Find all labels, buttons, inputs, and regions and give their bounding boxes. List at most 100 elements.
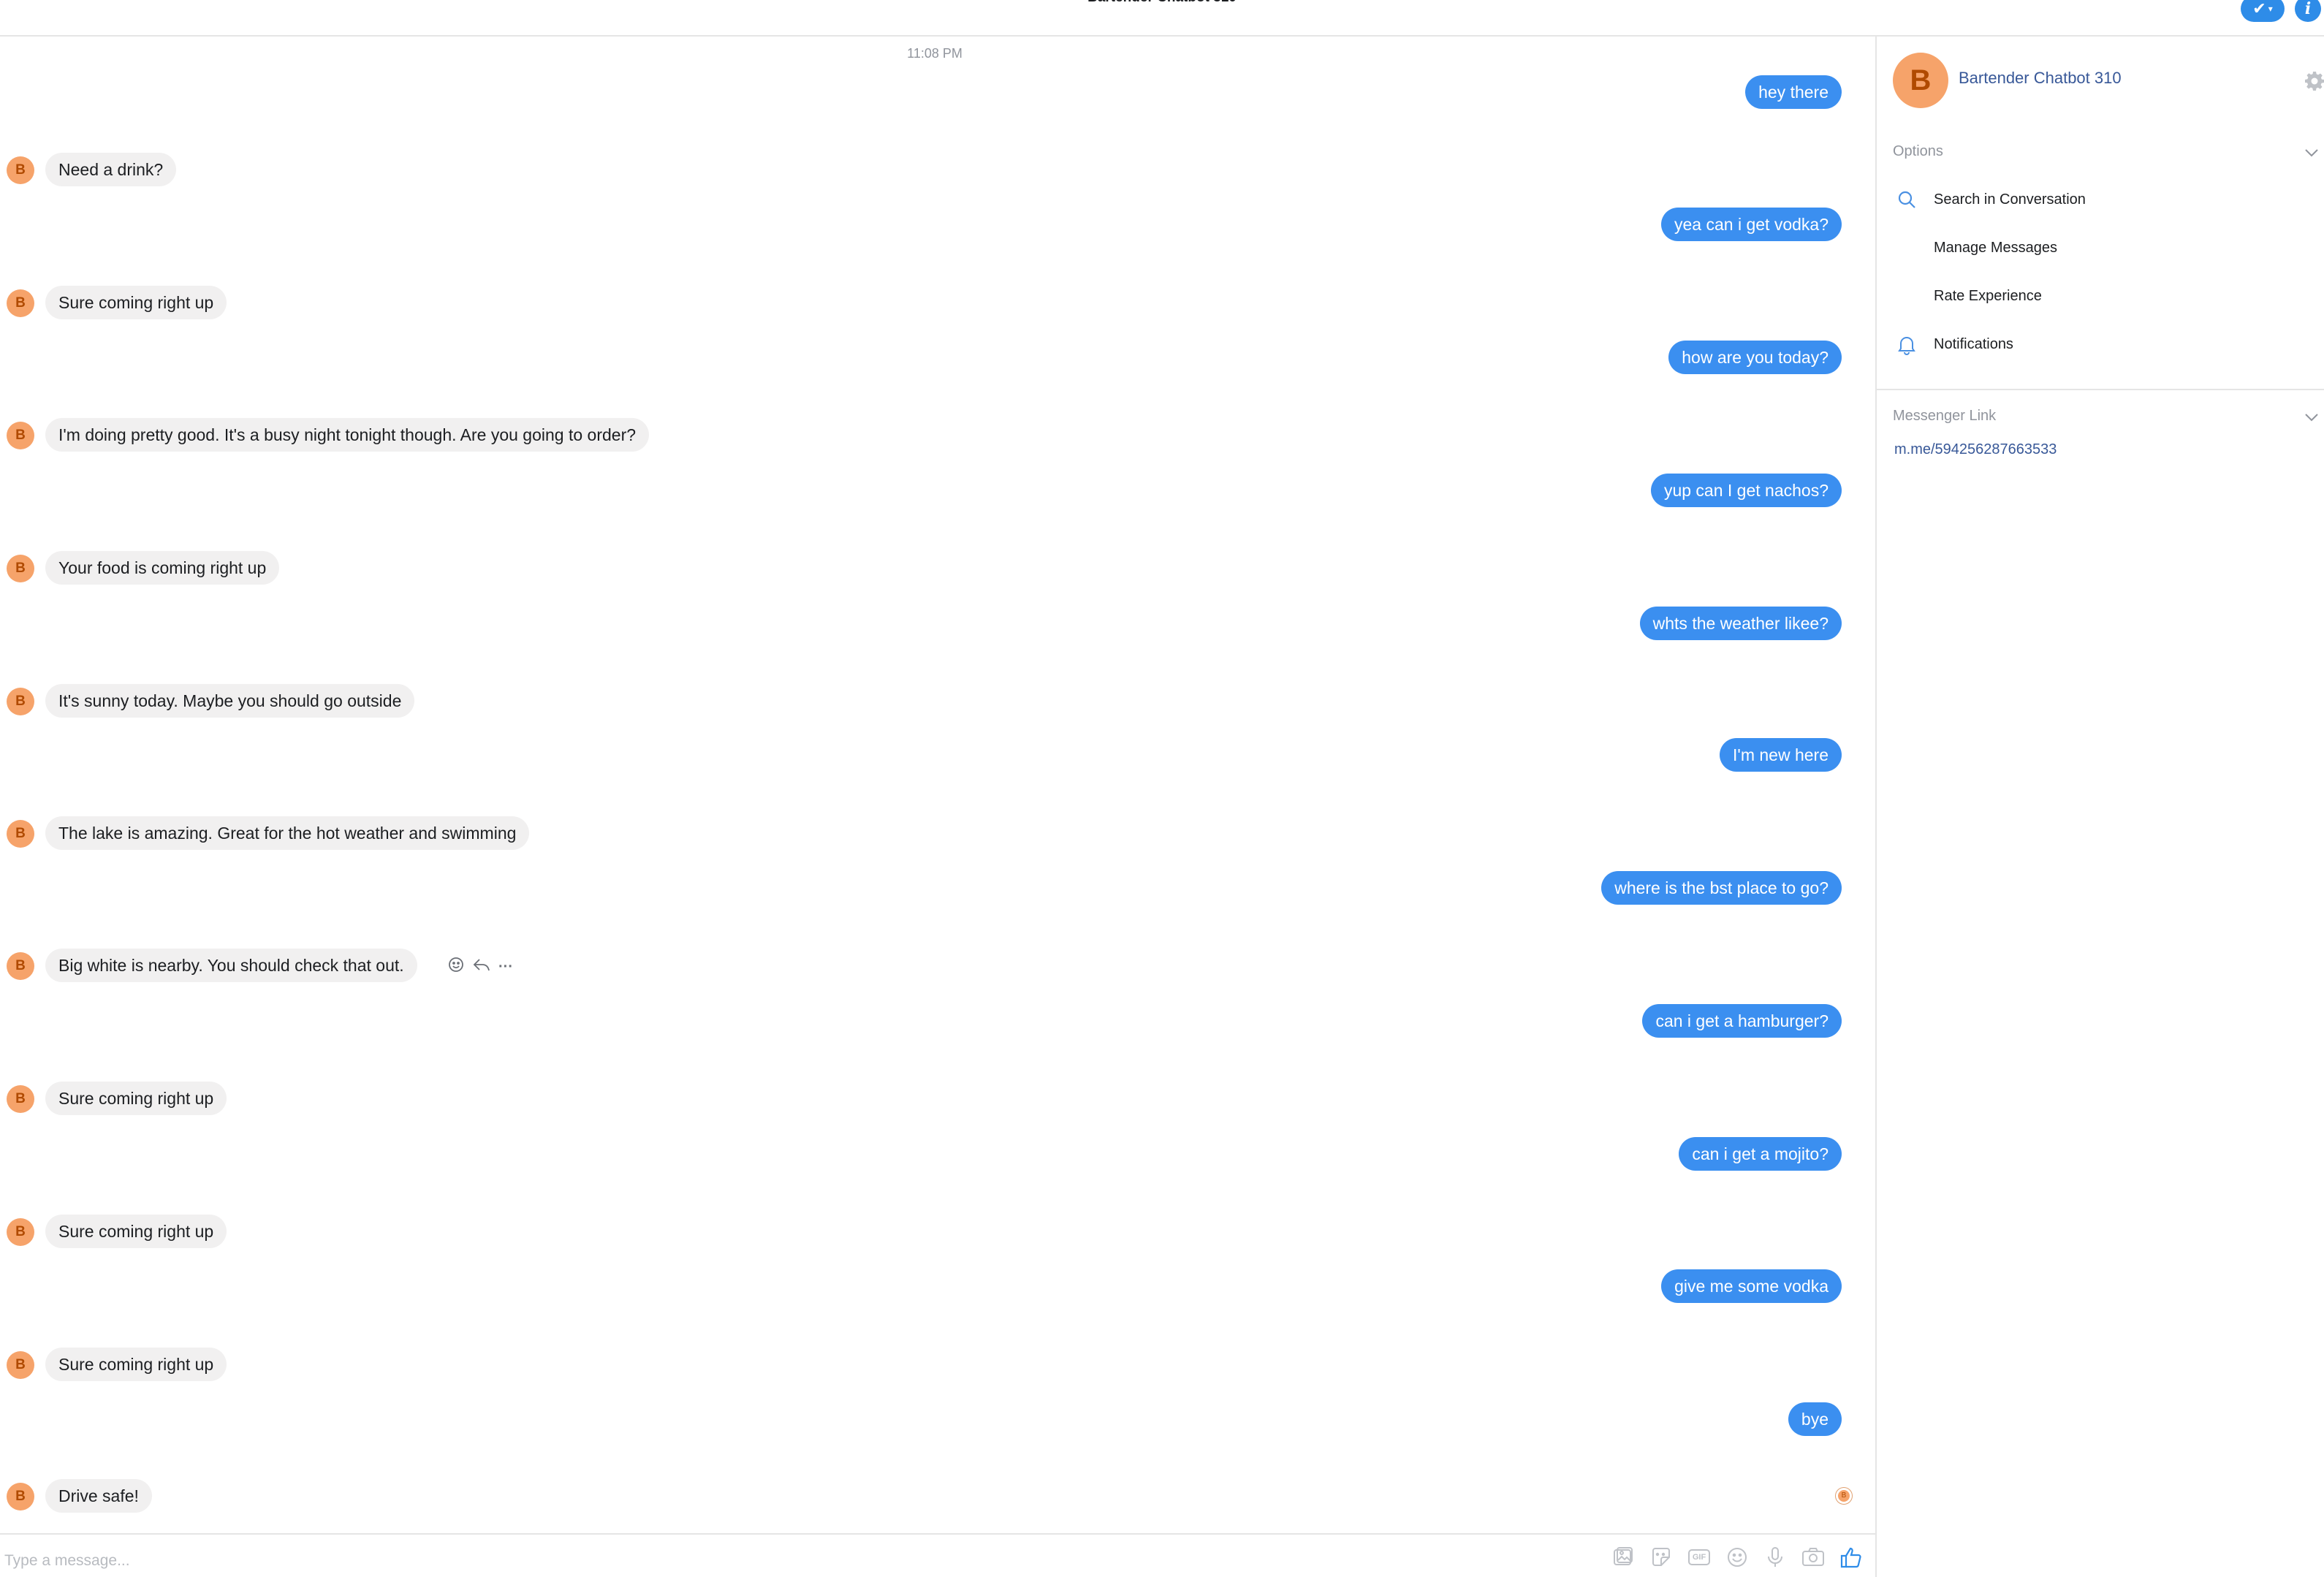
microphone-icon[interactable] (1761, 1543, 1789, 1571)
gear-icon[interactable] (2304, 70, 2324, 92)
options-section-header[interactable]: Options (1893, 143, 2324, 160)
message-row: B Your food is coming right up (0, 545, 1875, 589)
bot-avatar[interactable]: B (7, 1218, 34, 1246)
gif-icon[interactable]: GIF (1685, 1543, 1713, 1571)
bot-avatar[interactable]: B (7, 1351, 34, 1379)
chevron-down-icon[interactable] (2302, 408, 2321, 427)
outgoing-message[interactable]: yup can I get nachos? (1650, 474, 1842, 507)
message-input[interactable] (4, 1546, 1101, 1576)
conversation-title: Bartender Chatbot 310 (0, 0, 2324, 6)
message-row: how are you today? (0, 335, 1875, 379)
bot-avatar[interactable]: B (7, 555, 34, 582)
option-notifications[interactable]: Notifications (1877, 323, 2324, 367)
camera-icon[interactable] (1799, 1543, 1827, 1571)
option-label: Manage Messages (1934, 240, 2057, 256)
incoming-message[interactable]: Your food is coming right up (45, 551, 280, 585)
message-row: B The lake is amazing. Great for the hot… (0, 810, 1875, 854)
message-row: B Sure coming right up (0, 1209, 1875, 1253)
chevron-down-icon[interactable] (2302, 143, 2321, 162)
like-icon[interactable] (1837, 1543, 1865, 1571)
outgoing-message[interactable]: hey there (1745, 75, 1842, 109)
profile-header: B Bartender Chatbot 310 (1877, 37, 2324, 124)
incoming-message[interactable]: Sure coming right up (45, 1348, 227, 1381)
incoming-message[interactable]: Sure coming right up (45, 1215, 227, 1248)
message-row: whts the weather likee? (0, 601, 1875, 645)
option-label: Rate Experience (1934, 288, 2042, 304)
message-actions: ··· (447, 956, 513, 978)
message-row: can i get a mojito? (0, 1131, 1875, 1175)
message-row: I'm new here (0, 732, 1875, 776)
option-manage-messages[interactable]: Manage Messages (1877, 227, 2324, 270)
outgoing-message[interactable]: whts the weather likee? (1639, 607, 1842, 640)
message-row: can i get a hamburger? (0, 998, 1875, 1042)
message-row: B Sure coming right up (0, 1342, 1875, 1386)
outgoing-message[interactable]: where is the bst place to go? (1601, 871, 1842, 905)
message-thread[interactable]: 11:08 PM hey there B Need a drink? yea c… (0, 37, 1875, 1533)
options-header-label: Options (1893, 143, 1943, 159)
message-row: bye (0, 1396, 1875, 1440)
incoming-message[interactable]: Need a drink? (45, 153, 177, 186)
composer-tools: GIF (1609, 1543, 1865, 1571)
message-row: B Sure coming right up (0, 280, 1875, 324)
gif-label: GIF (1692, 1553, 1706, 1562)
bot-avatar[interactable]: B (7, 289, 34, 317)
image-icon[interactable] (1609, 1543, 1637, 1571)
bot-avatar[interactable]: B (7, 820, 34, 848)
message-row: B Big white is nearby. You should check … (0, 943, 1875, 987)
profile-name[interactable]: Bartender Chatbot 310 (1959, 69, 2122, 88)
mark-done-button[interactable]: ✔ ▾ (2241, 0, 2285, 22)
incoming-message[interactable]: Sure coming right up (45, 286, 227, 319)
message-composer: GIF (0, 1533, 1875, 1577)
option-label: Notifications (1934, 336, 2013, 352)
outgoing-message[interactable]: can i get a hamburger? (1642, 1004, 1842, 1038)
bot-avatar[interactable]: B (7, 952, 34, 980)
info-icon: i (2304, 0, 2312, 18)
message-timestamp: 11:08 PM (907, 46, 962, 61)
bot-avatar[interactable]: B (7, 156, 34, 184)
message-row: B I'm doing pretty good. It's a busy nig… (0, 412, 1875, 456)
chevron-down-icon: ▾ (2268, 4, 2273, 14)
profile-avatar[interactable]: B (1893, 53, 1948, 108)
sticker-icon[interactable] (1647, 1543, 1675, 1571)
conversation-header: Bartender Chatbot 310 ✔ ▾ i (0, 0, 2324, 37)
messenger-link-section-header[interactable]: Messenger Link (1893, 408, 2324, 425)
outgoing-message[interactable]: how are you today? (1668, 341, 1842, 374)
outgoing-message[interactable]: give me some vodka (1661, 1269, 1842, 1303)
info-button[interactable]: i (2295, 0, 2321, 22)
search-icon (1896, 189, 1918, 210)
bot-avatar[interactable]: B (7, 1085, 34, 1113)
message-row: B Sure coming right up (0, 1076, 1875, 1120)
bell-icon (1896, 333, 1918, 355)
option-label: Search in Conversation (1934, 191, 2086, 208)
incoming-message[interactable]: I'm doing pretty good. It's a busy night… (45, 418, 650, 452)
messenger-link[interactable]: m.me/594256287663533 (1894, 441, 2057, 458)
message-row: yea can i get vodka? (0, 202, 1875, 246)
bot-avatar[interactable]: B (7, 688, 34, 715)
outgoing-message[interactable]: can i get a mojito? (1679, 1137, 1842, 1171)
incoming-message[interactable]: Big white is nearby. You should check th… (45, 949, 417, 982)
reply-icon[interactable] (472, 956, 491, 978)
section-divider (1877, 389, 2324, 390)
message-row: hey there (0, 69, 1875, 113)
messenger-link-header-label: Messenger Link (1893, 408, 1997, 424)
incoming-message[interactable]: The lake is amazing. Great for the hot w… (45, 816, 530, 850)
option-rate-experience[interactable]: Rate Experience (1877, 275, 2324, 319)
more-icon[interactable]: ··· (498, 959, 513, 976)
incoming-message[interactable]: It's sunny today. Maybe you should go ou… (45, 684, 415, 718)
message-row: where is the bst place to go? (0, 865, 1875, 909)
react-icon[interactable] (447, 956, 465, 978)
incoming-message[interactable]: Drive safe! (45, 1479, 152, 1513)
message-row: yup can I get nachos? (0, 468, 1875, 512)
message-row: B It's sunny today. Maybe you should go … (0, 678, 1875, 722)
conversation-details-panel: B Bartender Chatbot 310 Options Search i… (1875, 37, 2324, 1577)
emoji-icon[interactable] (1723, 1543, 1751, 1571)
option-search-in-conversation[interactable]: Search in Conversation (1877, 178, 2324, 222)
outgoing-message[interactable]: yea can i get vodka? (1661, 208, 1842, 241)
outgoing-message[interactable]: bye (1788, 1402, 1842, 1436)
message-row: B Drive safe! B (0, 1473, 1875, 1517)
bot-avatar[interactable]: B (7, 1483, 34, 1510)
incoming-message[interactable]: Sure coming right up (45, 1082, 227, 1115)
bot-avatar[interactable]: B (7, 422, 34, 449)
message-row: give me some vodka (0, 1264, 1875, 1307)
outgoing-message[interactable]: I'm new here (1720, 738, 1842, 772)
